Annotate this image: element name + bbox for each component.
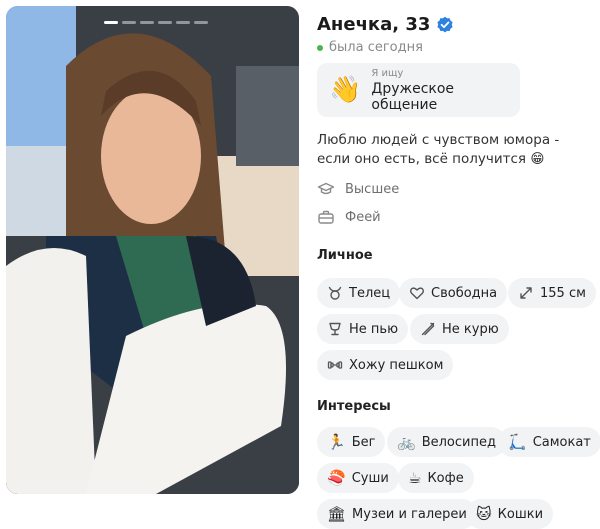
chip-interest-cats[interactable]: 🐱 Кошки [466,499,554,529]
chip-interest-coffee[interactable]: ☕ Кофе [398,463,474,493]
chip-label: 155 см [540,285,586,301]
heart-icon [410,287,424,300]
personal-section-title: Личное [317,248,373,263]
no-smoke-icon [421,322,435,336]
chip-interest-sushi[interactable]: 🍣 Суши [317,463,399,493]
status-text: была сегодня [329,40,423,55]
no-drink-icon [329,322,341,336]
chip-height[interactable]: 155 см [508,278,596,308]
chip-label: Не курю [442,321,499,337]
graduation-cap-icon [317,182,335,195]
profile-name: Анечка, 33 [317,14,431,35]
photo-dot-active[interactable] [104,21,118,24]
photo-dot[interactable] [176,21,190,24]
chip-label: Бег [351,434,376,450]
chip-zodiac[interactable]: Телец [317,278,401,308]
taurus-icon [328,286,342,300]
seeking-label: Я ищу [371,67,404,79]
briefcase-icon [318,210,334,224]
chip-interest-bicycle[interactable]: 🚲 Велосипед [387,427,506,457]
chip-label: Свободна [431,285,498,301]
chip-drinking[interactable]: Не пью [317,314,409,344]
chip-label: Кошки [497,506,544,522]
chip-label: Музеи и галереи [352,506,467,522]
profile-photo[interactable] [6,6,299,494]
photo-dot[interactable] [194,21,208,24]
photo-pagination [104,21,208,24]
chip-interest-running[interactable]: 🏃 Бег [317,427,386,457]
chip-relationship[interactable]: Свободна [399,278,508,308]
seeking-card: 👋 Я ищу Дружеское общение [317,63,520,117]
interests-section-title: Интересы [317,399,391,414]
chip-label: Велосипед [421,434,496,450]
museum-icon: 🏛 [327,504,347,523]
portrait-image [6,6,299,494]
bicycle-icon: 🚲 [397,432,416,451]
chip-label: Самокат [532,434,591,450]
photo-dot[interactable] [140,21,154,24]
chip-label: Телец [349,285,391,301]
chip-interest-museums[interactable]: 🏛 Музеи и галереи [317,499,477,529]
chip-interest-scooter[interactable]: 🛴 Самокат [498,427,600,457]
education-row: Высшее [317,180,399,198]
job-text: Феей [345,209,381,225]
scooter-icon: 🛴 [508,432,527,451]
chip-label: Суши [351,470,389,486]
chip-sport[interactable]: Хожу пешком [317,350,454,380]
photo-dot[interactable] [122,21,136,24]
photo-dot[interactable] [158,21,172,24]
verified-badge-icon [437,16,454,32]
chip-label: Кофе [427,470,464,486]
chip-label: Хожу пешком [349,357,444,373]
waving-hand-icon: 👋 [329,75,362,105]
seeking-value: Дружеское общение [371,80,455,113]
online-dot-icon [317,44,323,51]
job-row: Феей [317,208,381,226]
chip-label: Не пью [349,321,399,337]
coffee-icon: ☕ [408,468,422,487]
runner-icon: 🏃 [327,432,346,451]
height-icon [520,287,532,299]
education-text: Высшее [345,181,400,197]
online-status: была сегодня [317,40,423,55]
sushi-icon: 🍣 [327,468,346,487]
cat-icon: 🐱 [476,504,492,523]
chip-smoking[interactable]: Не курю [410,314,509,344]
name-row: Анечка, 33 [317,14,454,35]
bio-text: Люблю людей с чувством юмора - если оно … [317,132,560,167]
dumbbell-icon [327,361,343,369]
